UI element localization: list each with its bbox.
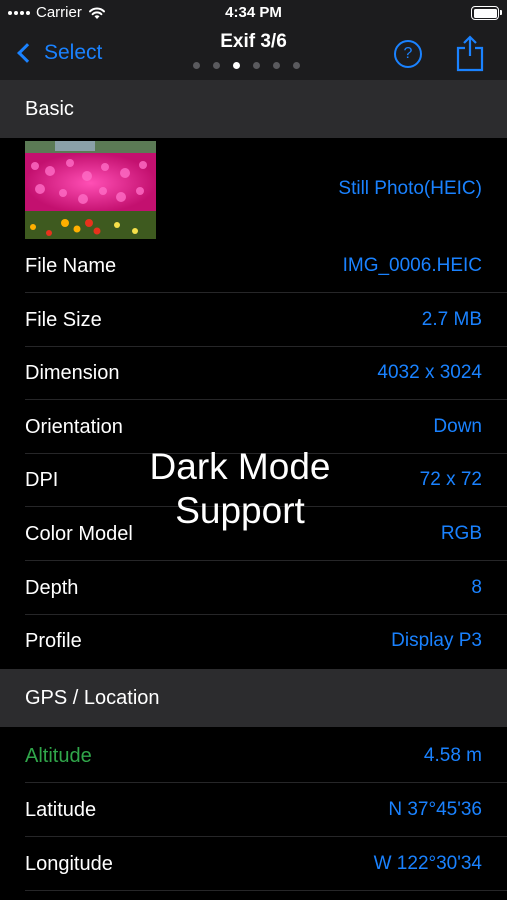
row-value: RGB [440, 523, 482, 544]
row-file-name[interactable]: File Name IMG_0006.HEIC [0, 239, 507, 293]
row-dimension[interactable]: Dimension 4032 x 3024 [0, 346, 507, 400]
row-longitude[interactable]: Longitude W 122°30'34 [0, 837, 507, 891]
page-dot[interactable] [273, 62, 280, 69]
row-value: 8 [471, 577, 482, 598]
row-value: Display P3 [391, 630, 482, 651]
row-label: Altitude [25, 745, 92, 767]
row-value: 72 x 72 [419, 469, 482, 490]
battery-icon [471, 6, 502, 20]
help-button[interactable]: ? [394, 40, 422, 68]
status-time: 4:34 PM [225, 4, 282, 21]
row-profile[interactable]: Profile Display P3 [0, 614, 507, 668]
row-separator [25, 890, 507, 891]
row-file-size[interactable]: File Size 2.7 MB [0, 293, 507, 347]
row-label: DPI [25, 469, 59, 491]
navigation-bar: Select Exif 3/6 ? [0, 28, 507, 80]
row-label: File Size [25, 309, 102, 331]
row-value: 2.7 MB [421, 309, 482, 330]
row-label: Latitude [25, 799, 97, 821]
row-label: Profile [25, 630, 82, 652]
photo-thumbnail[interactable] [25, 141, 156, 239]
row-label: File Name [25, 255, 117, 277]
row-value: 4.58 m [423, 745, 482, 766]
section-header-gps: GPS / Location [0, 669, 507, 727]
row-label: Depth [25, 577, 79, 599]
row-label: Longitude [25, 853, 113, 875]
row-value: IMG_0006.HEIC [342, 255, 482, 276]
media-type-value: Still Photo(HEIC) [338, 178, 482, 199]
overlay-line-1: Dark Mode [149, 446, 331, 487]
row-value: Down [433, 416, 482, 437]
status-bar: Carrier 4:34 PM [0, 0, 507, 28]
page-dot[interactable] [293, 62, 300, 69]
row-value: N 37°45'36 [388, 799, 482, 820]
row-altitude[interactable]: Altitude 4.58 m [0, 729, 507, 783]
feature-overlay-text: Dark Mode Support [100, 445, 380, 533]
overlay-line-2: Support [175, 490, 305, 531]
page-dot-active[interactable] [233, 62, 240, 69]
share-icon[interactable] [455, 34, 485, 72]
row-depth[interactable]: Depth 8 [0, 561, 507, 615]
row-value: 4032 x 3024 [377, 362, 482, 383]
row-latitude[interactable]: Latitude N 37°45'36 [0, 783, 507, 837]
page-dot[interactable] [193, 62, 200, 69]
page-title: Exif 3/6 [220, 31, 287, 52]
page-dot[interactable] [213, 62, 220, 69]
thumbnail-row[interactable]: Still Photo(HEIC) [0, 139, 507, 239]
row-value: W 122°30'34 [373, 853, 482, 874]
section-header-basic: Basic [0, 80, 507, 138]
page-indicator[interactable] [193, 62, 300, 69]
row-label: Dimension [25, 362, 120, 384]
page-dot[interactable] [253, 62, 260, 69]
